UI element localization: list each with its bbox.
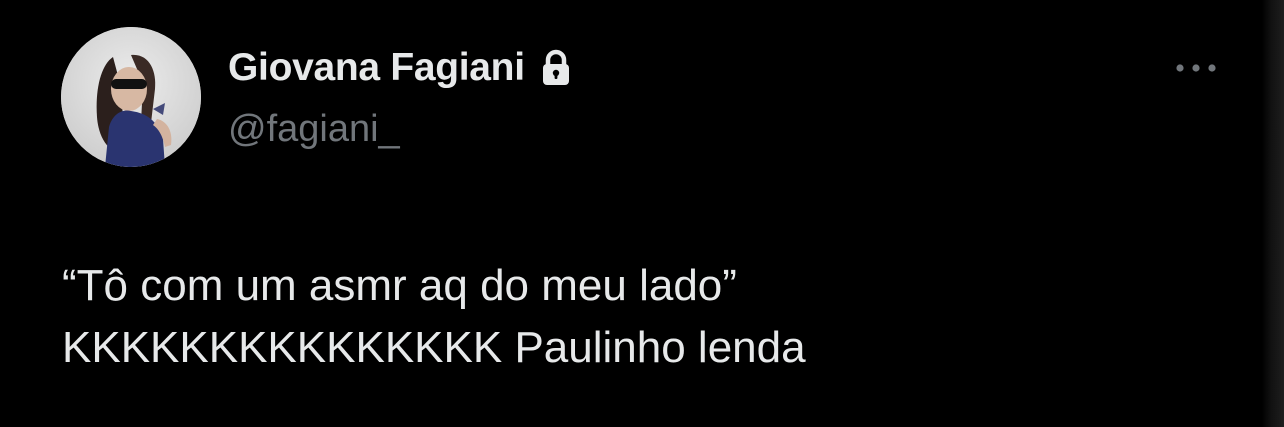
author-display-name[interactable]: Giovana Fagiani [228, 46, 525, 90]
more-horizontal-icon [1176, 64, 1216, 72]
tweet-text: “Tô com um asmr aq do meu lado” KKKKKKKK… [62, 255, 1232, 379]
avatar-photo [61, 27, 201, 167]
author-handle[interactable]: @fagiani_ [228, 108, 400, 151]
tweet-text-line: “Tô com um asmr aq do meu lado” [62, 261, 737, 310]
avatar[interactable] [61, 27, 201, 167]
more-options-button[interactable] [1172, 54, 1220, 82]
lock-icon [539, 49, 573, 87]
tweet-text-line: KKKKKKKKKKKKKKK Paulinho lenda [62, 323, 806, 372]
tweet: Giovana Fagiani @fagiani_ “Tô com um asm… [0, 0, 1284, 427]
scrollbar-track[interactable] [1262, 0, 1284, 427]
author-name-row: Giovana Fagiani [228, 46, 573, 90]
